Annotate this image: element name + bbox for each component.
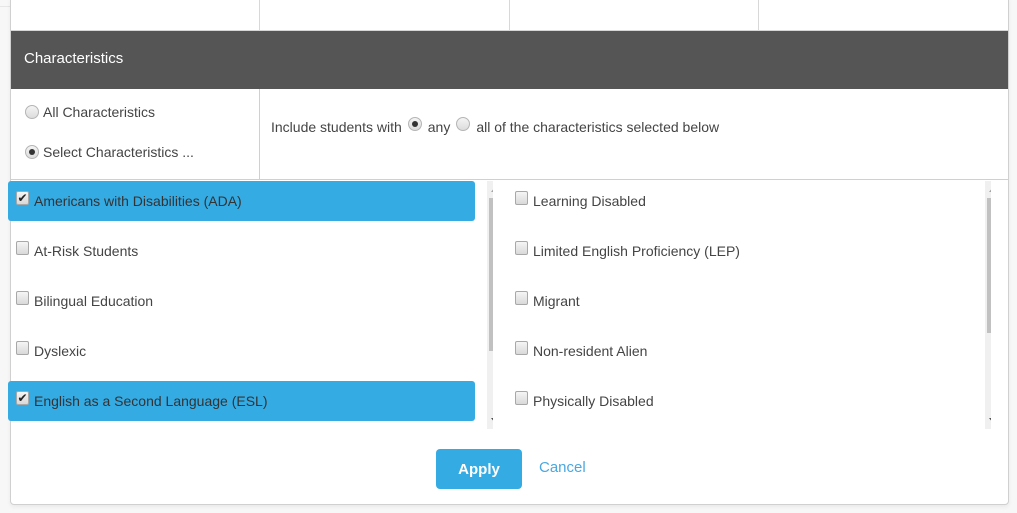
scrollbar-thumb[interactable] — [489, 198, 493, 351]
characteristics-list-left: ✔ Americans with Disabilities (ADA) At-R… — [6, 181, 493, 431]
options-row: All Characteristics Select Characteristi… — [11, 89, 1008, 180]
checkbox[interactable] — [16, 241, 29, 255]
list-item[interactable]: Non-resident Alien — [507, 331, 974, 371]
checkbox[interactable] — [16, 341, 29, 355]
checkbox[interactable] — [515, 191, 528, 205]
item-label: Migrant — [533, 293, 580, 309]
section-title: Characteristics — [24, 50, 124, 67]
item-label: Learning Disabled — [533, 193, 646, 209]
scrollbar-thumb[interactable] — [987, 198, 991, 333]
item-label: Dyslexic — [34, 343, 87, 359]
radio-label: Select Characteristics ... — [43, 144, 194, 160]
match-mode-prefix: Include students with — [271, 119, 402, 135]
item-label: Physically Disabled — [533, 393, 654, 409]
checkbox[interactable] — [515, 241, 528, 255]
list-item[interactable]: ✔ English as a Second Language (ESL) — [8, 381, 475, 421]
list-item[interactable]: Limited English Proficiency (LEP) — [507, 231, 974, 271]
radio-button[interactable] — [25, 105, 39, 119]
radio-label: any — [427, 119, 451, 135]
list-item[interactable]: ✔ Americans with Disabilities (ADA) — [8, 181, 475, 221]
scope-options: All Characteristics Select Characteristi… — [11, 89, 260, 179]
item-label: English as a Second Language (ESL) — [34, 393, 268, 409]
scrollbar[interactable] — [487, 181, 493, 429]
characteristics-list-right: Learning Disabled Limited English Profic… — [505, 181, 991, 431]
checkbox[interactable] — [16, 291, 29, 305]
radio-all[interactable] — [456, 117, 471, 131]
scroll-up-icon[interactable] — [989, 187, 991, 192]
item-label: Non-resident Alien — [533, 343, 648, 359]
item-label: Limited English Proficiency (LEP) — [533, 243, 740, 259]
scrollbar[interactable] — [985, 181, 991, 429]
table-cell — [11, 0, 260, 31]
list-item[interactable]: Migrant — [507, 281, 974, 321]
match-mode: Include students with any all of the cha… — [271, 117, 720, 135]
table-row — [11, 0, 1008, 31]
item-label: Bilingual Education — [34, 293, 154, 309]
action-bar: Apply Cancel — [11, 449, 1008, 489]
checkbox[interactable]: ✔ — [16, 391, 29, 405]
section-header: Characteristics — [11, 31, 1008, 89]
apply-button[interactable]: Apply — [436, 449, 522, 489]
cancel-link[interactable]: Cancel — [539, 459, 586, 476]
list-item[interactable]: At-Risk Students — [8, 231, 475, 271]
table-cell — [260, 0, 510, 31]
radio-label: all of the characteristics selected belo… — [476, 119, 720, 135]
scroll-down-icon[interactable] — [989, 418, 991, 423]
radio-button[interactable] — [25, 145, 39, 159]
radio-any[interactable] — [407, 117, 422, 131]
item-label: Americans with Disabilities (ADA) — [34, 193, 242, 209]
radio-label: All Characteristics — [43, 104, 156, 120]
scroll-up-icon[interactable] — [491, 187, 493, 192]
item-label: At-Risk Students — [34, 243, 139, 259]
scroll-down-icon[interactable] — [491, 418, 493, 423]
table-cell — [510, 0, 759, 31]
checkbox[interactable] — [515, 391, 528, 405]
checkbox[interactable] — [515, 291, 528, 305]
radio-all-characteristics[interactable]: All Characteristics — [25, 104, 155, 120]
list-item[interactable]: Bilingual Education — [8, 281, 475, 321]
list-item[interactable]: Physically Disabled — [507, 381, 974, 421]
checkbox[interactable] — [515, 341, 528, 355]
list-item[interactable]: Dyslexic — [8, 331, 475, 371]
list-item[interactable]: Learning Disabled — [507, 181, 974, 221]
checkbox[interactable]: ✔ — [16, 191, 29, 205]
radio-select-characteristics[interactable]: Select Characteristics ... — [25, 144, 194, 160]
